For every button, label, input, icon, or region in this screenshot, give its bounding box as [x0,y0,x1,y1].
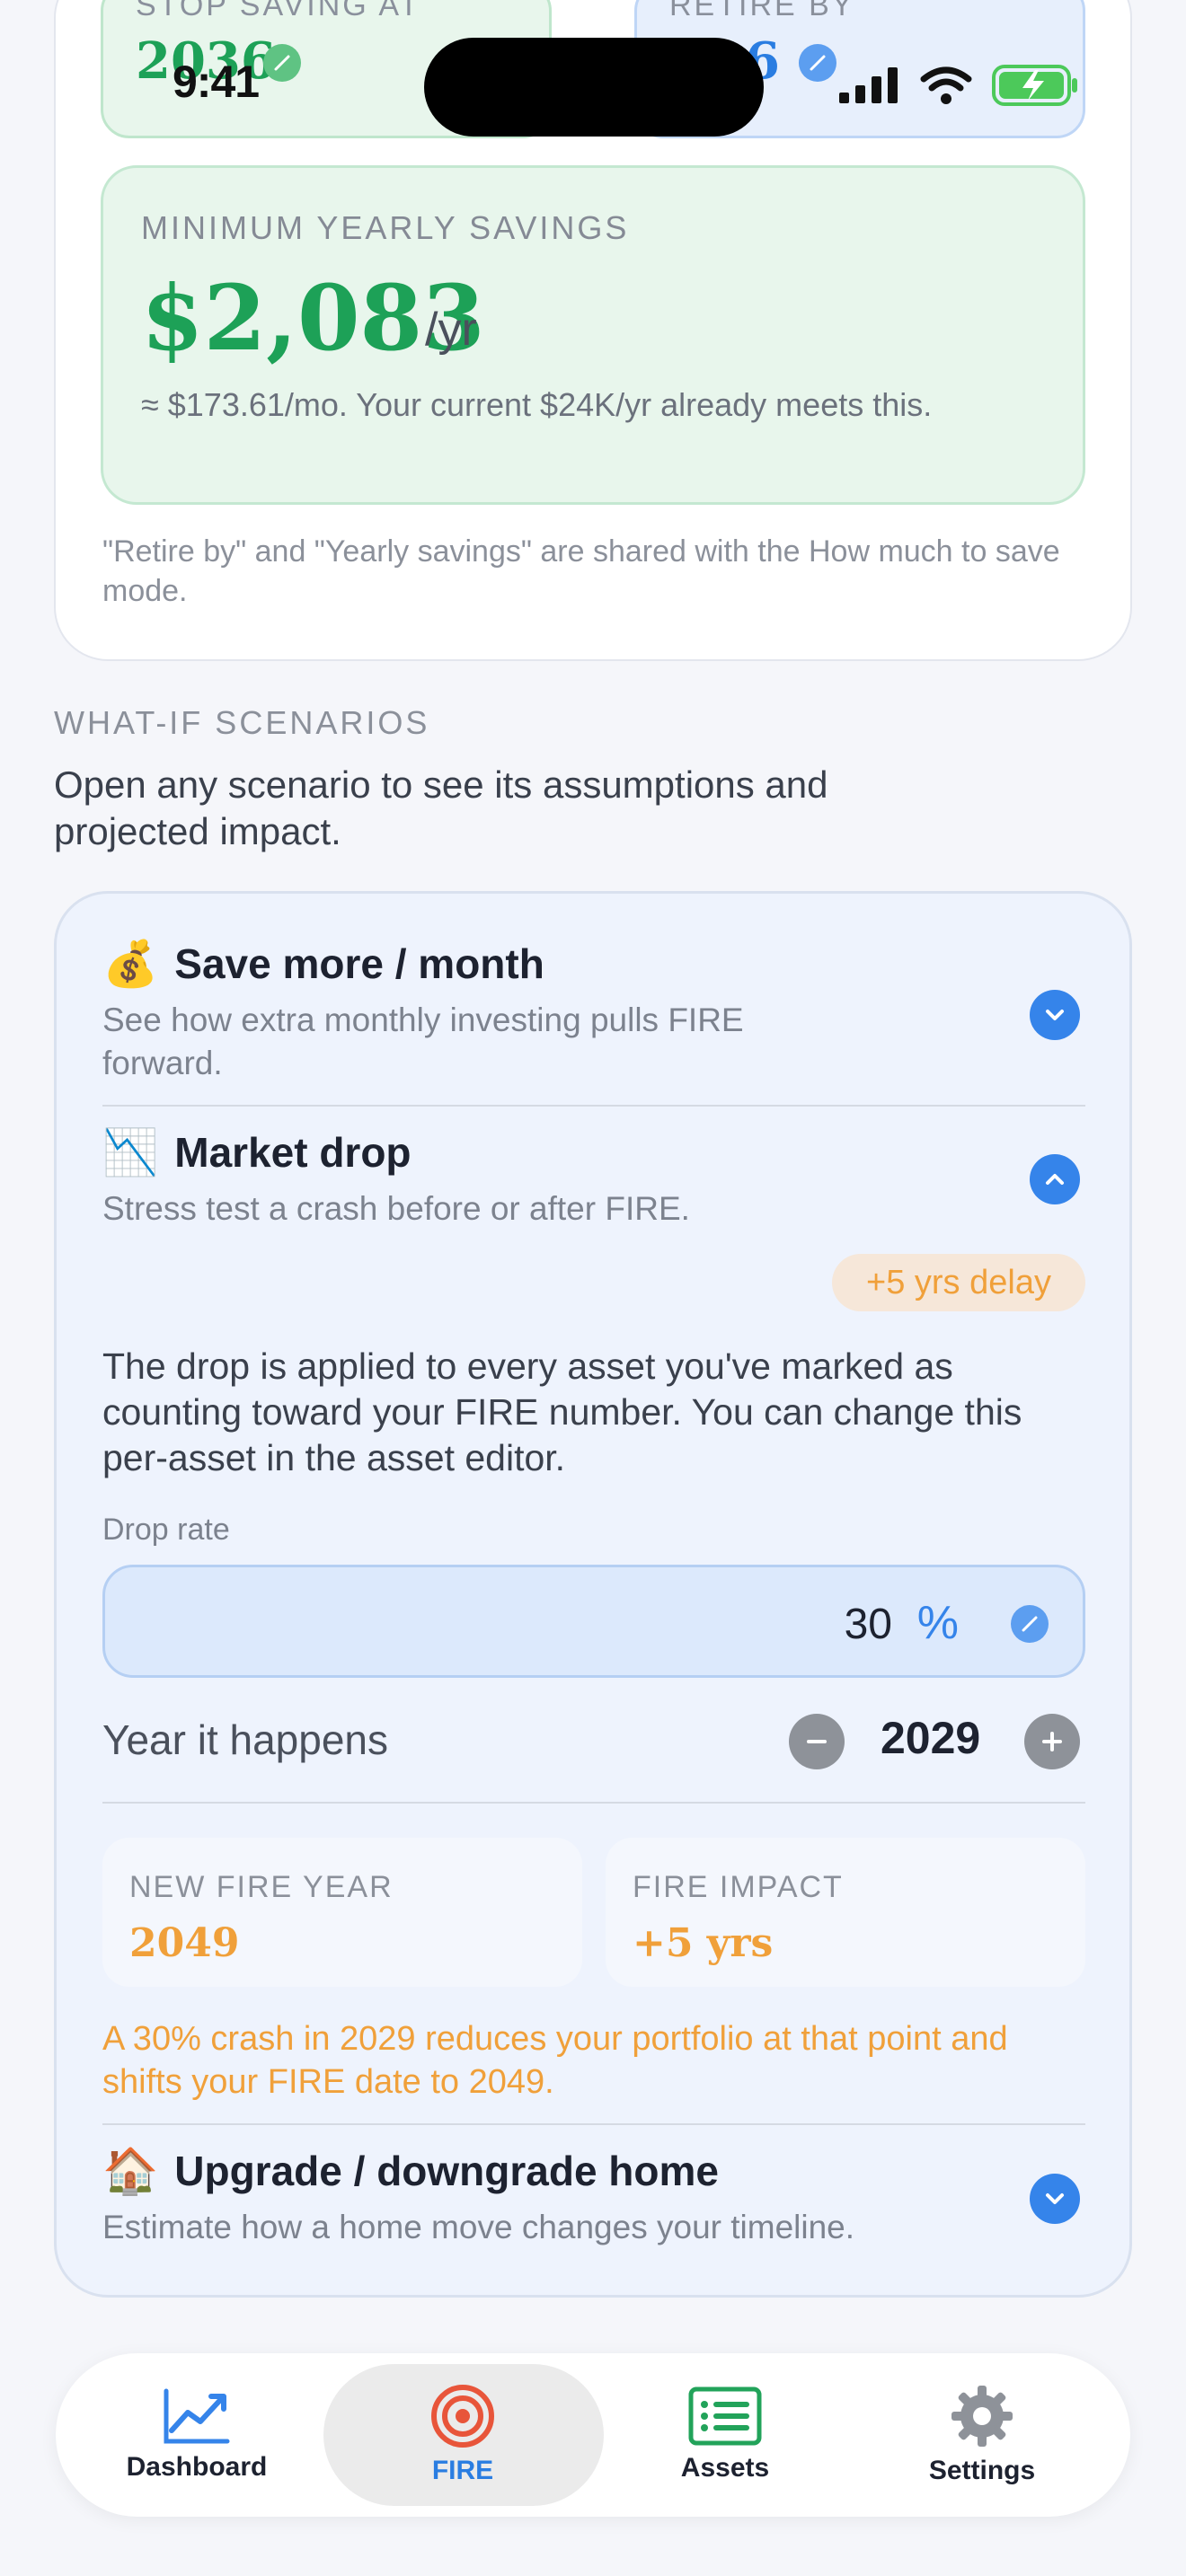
tab-dashboard-label: Dashboard [126,2452,268,2482]
status-icons [839,63,1078,108]
tab-assets-label: Assets [680,2453,770,2483]
dynamic-island [424,38,764,137]
scenario-home-header[interactable]: 🏠 Upgrade / downgrade home [102,2147,719,2195]
fire-impact-value: +5 yrs [633,1920,774,1966]
minimum-yearly-savings-unit: /yr [425,304,477,356]
what-if-section-subtitle: Open any scenario to see its assumptions… [54,763,828,852]
money-bag-icon: 💰 [102,939,159,989]
edit-icon[interactable] [799,44,836,82]
what-if-section-title: WHAT-IF SCENARIOS [54,704,430,741]
scenario-save-more-header[interactable]: 💰 Save more / month [102,940,544,988]
tab-assets[interactable]: Assets [595,2353,855,2517]
scenario-home-title: Upgrade / downgrade home [174,2148,719,2194]
cellular-signal-icon [839,67,898,103]
new-fire-year-label: NEW FIRE YEAR [129,1870,394,1904]
drop-rate-input[interactable]: 30 % [102,1565,1085,1678]
fire-impact-label: FIRE IMPACT [633,1870,844,1904]
scenario-market-drop-title: Market drop [174,1129,412,1176]
minus-icon [807,1740,827,1743]
market-drop-impact-note: A 30% crash in 2029 reduces your portfol… [102,2020,1008,2101]
gear-icon [951,2386,1013,2447]
tab-fire-label: FIRE [431,2456,494,2485]
battery-charging-icon [992,65,1077,106]
new-fire-year-value: 2049 [129,1920,240,1966]
chart-decreasing-icon: 📉 [102,1127,159,1178]
wifi-icon [920,66,972,104]
drop-rate-unit: % [916,1597,959,1649]
minimum-yearly-savings-note: ≈ $173.61/mo. Your current $24K/yr alrea… [141,386,933,423]
year-it-happens-label: Year it happens [102,1716,389,1763]
tab-settings-label: Settings [928,2456,1036,2485]
edit-icon[interactable] [1011,1605,1049,1643]
drop-rate-label: Drop rate [102,1513,230,1547]
delay-badge: +5 yrs delay [832,1254,1085,1311]
list-icon [688,2386,762,2446]
status-time: 9:41 [173,57,260,107]
minimum-yearly-savings-label: MINIMUM YEARLY SAVINGS [141,209,630,246]
divider [102,2123,1085,2125]
target-icon [431,2385,494,2448]
tab-fire[interactable]: FIRE [332,2353,593,2517]
retire-by-label: RETIRE BY [669,0,855,22]
shared-settings-footnote: "Retire by" and "Yearly savings" are sha… [102,534,1060,608]
scenario-save-more-subtitle: See how extra monthly investing pulls FI… [102,1001,744,1081]
market-drop-description: The drop is applied to every asset you'v… [102,1345,1022,1478]
year-increment-button[interactable] [1024,1714,1080,1769]
tab-dashboard[interactable]: Dashboard [66,2353,327,2517]
edit-icon[interactable] [263,44,301,82]
fire-impact-box: FIRE IMPACT +5 yrs [606,1838,1085,1987]
year-it-happens-value: 2029 [881,1713,981,1763]
tab-bar: Dashboard FIRE Assets Settings [56,2353,1130,2517]
year-decrement-button[interactable] [789,1714,845,1769]
scenario-market-drop-subtitle: Stress test a crash before or after FIRE… [102,1190,690,1227]
new-fire-year-box: NEW FIRE YEAR 2049 [102,1838,582,1987]
drop-rate-value: 30 [844,1601,892,1648]
divider [102,1802,1085,1804]
chart-line-icon [164,2388,230,2444]
scenario-home-subtitle: Estimate how a home move changes your ti… [102,2209,855,2245]
house-icon: 🏠 [102,2146,159,2196]
scenario-market-drop-header[interactable]: 📉 Market drop [102,1128,412,1177]
tab-settings[interactable]: Settings [852,2353,1112,2517]
expand-chevron-down-icon[interactable] [1030,990,1080,1040]
expand-chevron-down-icon[interactable] [1030,2174,1080,2224]
minimum-yearly-savings-box: MINIMUM YEARLY SAVINGS $2,083 /yr ≈ $173… [101,165,1085,505]
divider [102,1105,1085,1107]
scenario-save-more-title: Save more / month [174,940,544,987]
stop-saving-label: STOP SAVING AT [136,0,421,22]
plus-icon [1042,1732,1062,1751]
collapse-chevron-up-icon[interactable] [1030,1154,1080,1204]
